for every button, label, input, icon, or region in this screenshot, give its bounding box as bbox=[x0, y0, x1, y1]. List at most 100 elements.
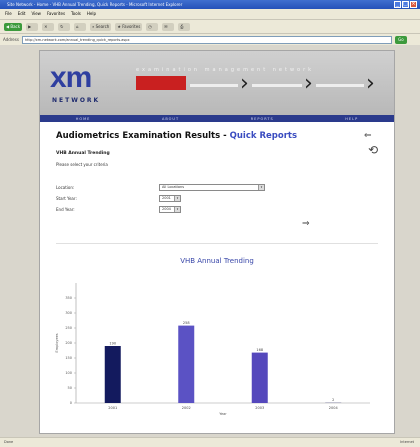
submit-arrow-icon[interactable]: ⇒ bbox=[302, 219, 310, 229]
address-label: Address bbox=[3, 37, 19, 42]
bar-2003 bbox=[251, 352, 268, 403]
menu-help[interactable]: Help bbox=[87, 9, 96, 19]
favorites-label: Favorites bbox=[122, 23, 141, 29]
y-tick-label: 200 bbox=[65, 341, 72, 345]
x-tick-label: 2004 bbox=[329, 406, 339, 410]
bar-value-label: 258 bbox=[183, 321, 190, 325]
favorites-button[interactable]: ★ Favorites bbox=[115, 22, 143, 31]
y-tick-label: 300 bbox=[65, 311, 72, 315]
nav-about[interactable]: ABOUT bbox=[162, 117, 179, 121]
bar-2001 bbox=[104, 346, 121, 403]
maximize-button[interactable]: □ bbox=[402, 1, 409, 8]
chevron-down-icon: ▾ bbox=[174, 195, 180, 201]
y-tick-label: 150 bbox=[65, 356, 72, 360]
y-tick-label: 50 bbox=[68, 386, 72, 390]
start-year-select[interactable]: 2001 ▾ bbox=[159, 194, 181, 202]
address-input[interactable]: http://xm-network.com/annual_trending_qu… bbox=[21, 35, 392, 44]
report-subtitle: VHB Annual Trending bbox=[56, 151, 110, 156]
chevron-right-icon: › bbox=[366, 71, 375, 96]
bar-value-label: 190 bbox=[109, 342, 116, 346]
x-tick-label: 2003 bbox=[255, 406, 264, 410]
flow-line-2 bbox=[252, 84, 302, 87]
x-axis-label: Year bbox=[219, 412, 227, 416]
end-year-select[interactable]: 2004 ▾ bbox=[159, 205, 181, 213]
minimize-button[interactable]: _ bbox=[394, 1, 401, 8]
home-button[interactable]: ⌂ bbox=[74, 22, 87, 31]
mail-button[interactable]: ✉ bbox=[162, 22, 175, 31]
y-tick-label: 350 bbox=[65, 296, 72, 300]
x-tick-label: 2001 bbox=[108, 406, 117, 410]
chevron-right-icon: › bbox=[240, 71, 249, 96]
logo-network-text: NETWORK bbox=[52, 97, 101, 104]
chevron-down-icon: ▾ bbox=[258, 184, 264, 190]
location-value: All Locations bbox=[162, 184, 185, 189]
location-label: Location: bbox=[56, 184, 75, 190]
page-viewport: xm NETWORK examination management networ… bbox=[39, 50, 395, 434]
bar-value-label: 168 bbox=[256, 348, 263, 352]
back-arrow-icon[interactable]: ⇐ bbox=[364, 131, 372, 141]
end-year-value: 2004 bbox=[162, 206, 171, 211]
menu-bar: File Edit View Favorites Tools Help bbox=[0, 9, 420, 19]
logo-xm-text: xm bbox=[50, 61, 92, 95]
nav-help[interactable]: HELP bbox=[345, 117, 358, 121]
menu-tools[interactable]: Tools bbox=[71, 9, 81, 19]
start-year-value: 2001 bbox=[162, 195, 171, 200]
chevron-down-icon: ▾ bbox=[174, 206, 180, 212]
flow-line-3 bbox=[316, 84, 364, 87]
end-year-label: End Year: bbox=[56, 206, 75, 212]
status-zone: Internet bbox=[400, 440, 414, 444]
refresh-button[interactable]: ↻ bbox=[58, 22, 71, 31]
page-title-text: Audiometrics Examination Results bbox=[56, 131, 221, 141]
status-bar: Done Internet bbox=[0, 437, 420, 447]
bar-2004 bbox=[325, 402, 342, 403]
flow-line-1 bbox=[190, 84, 238, 87]
print-button[interactable]: ⎙ bbox=[178, 22, 191, 31]
site-banner: xm NETWORK examination management networ… bbox=[40, 51, 394, 115]
search-button[interactable]: ⌕ Search bbox=[90, 22, 112, 31]
quick-reports-link[interactable]: Quick Reports bbox=[230, 131, 297, 141]
bar-chart: 0 50 100 150 200 250 300 350 Employees 190 2001 258… bbox=[55, 283, 370, 416]
browser-toolbar: ◀ Back ▶ ✕ ↻ ⌂ ⌕ Search ★ Favorites ◷ ✉ … bbox=[0, 19, 420, 33]
window-controls: _ □ × bbox=[394, 1, 417, 8]
status-text: Done bbox=[4, 440, 14, 444]
menu-favorites[interactable]: Favorites bbox=[47, 9, 65, 19]
stop-button[interactable]: ✕ bbox=[42, 22, 55, 31]
back-label: Back bbox=[10, 23, 21, 29]
refresh-cycle-icon[interactable]: ⟲ bbox=[368, 144, 378, 156]
end-year-row: End Year: 2004 ▾ bbox=[56, 205, 181, 213]
start-year-label: Start Year: bbox=[56, 195, 77, 201]
logo-xm-mark: xm bbox=[50, 61, 92, 94]
start-year-row: Start Year: 2001 ▾ bbox=[56, 194, 181, 202]
go-button[interactable]: Go bbox=[394, 35, 407, 44]
nav-reports[interactable]: REPORTS bbox=[251, 117, 274, 121]
y-tick-label: 100 bbox=[65, 371, 72, 375]
bar-value-label: 2 bbox=[332, 398, 334, 402]
window-titlebar: Site Network - Home - VHB Annual Trendin… bbox=[0, 0, 420, 9]
instructions-text: Please select your criteria bbox=[56, 162, 108, 167]
y-tick-label: 0 bbox=[70, 401, 72, 405]
history-button[interactable]: ◷ bbox=[146, 22, 159, 31]
title-separator: - bbox=[220, 131, 230, 141]
site-nav: HOME ABOUT REPORTS HELP bbox=[40, 115, 394, 122]
menu-edit[interactable]: Edit bbox=[18, 9, 26, 19]
menu-view[interactable]: View bbox=[31, 9, 41, 19]
address-bar: Address http://xm-network.com/annual_tre… bbox=[0, 33, 420, 45]
back-button[interactable]: ◀ Back bbox=[4, 22, 23, 31]
flow-step-red bbox=[136, 76, 186, 90]
forward-button[interactable]: ▶ bbox=[26, 22, 39, 31]
chart-title: VHB Annual Trending bbox=[180, 257, 254, 265]
menu-file[interactable]: File bbox=[5, 9, 12, 19]
search-label: Search bbox=[95, 23, 110, 29]
nav-home[interactable]: HOME bbox=[76, 117, 91, 121]
location-select[interactable]: All Locations ▾ bbox=[159, 183, 265, 191]
close-button[interactable]: × bbox=[410, 1, 417, 8]
banner-tagline: examination management network bbox=[136, 67, 315, 73]
xm-network-logo[interactable]: xm NETWORK bbox=[50, 61, 118, 109]
chevron-right-icon: › bbox=[304, 71, 313, 96]
x-tick-label: 2002 bbox=[182, 406, 191, 410]
y-axis-label: Employees bbox=[55, 333, 59, 352]
window-title: Site Network - Home - VHB Annual Trendin… bbox=[7, 2, 183, 7]
page-title: Audiometrics Examination Results - Quick… bbox=[56, 131, 297, 141]
section-divider bbox=[56, 243, 378, 244]
bar-2002 bbox=[178, 325, 195, 403]
